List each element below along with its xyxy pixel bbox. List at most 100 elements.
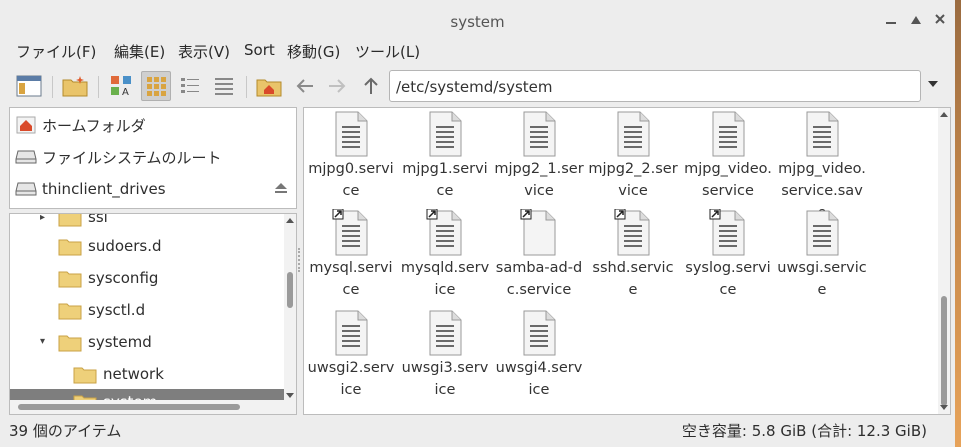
folder-icon (58, 271, 82, 287)
menu-file[interactable]: ファイル(F) (16, 41, 96, 62)
text-file-icon (335, 111, 368, 157)
home-folder-icon (256, 79, 282, 97)
text-file-icon (520, 209, 556, 256)
tree-item-label: ssl (88, 213, 108, 226)
text-file-icon (806, 210, 839, 256)
place-thinclient-drives[interactable]: thinclient_drives (14, 175, 166, 203)
tree-item-sysconfig[interactable]: sysconfig (10, 265, 286, 291)
arrow-left-icon (296, 79, 313, 93)
file-item[interactable]: mysql.service (304, 209, 398, 301)
expander-collapsed-icon[interactable]: ▸ (40, 214, 45, 223)
file-name: mjpg_video.service (684, 161, 772, 199)
scroll-down-icon (940, 405, 948, 410)
item-count: 39 個のアイテム (9, 422, 122, 440)
file-name: mjpg2_2.service (588, 161, 678, 199)
expander-expanded-icon[interactable]: ▾ (40, 336, 45, 347)
menu-tools[interactable]: ツール(L) (355, 41, 420, 62)
home-button[interactable] (254, 71, 284, 101)
file-item[interactable]: mjpg2_1.service (492, 110, 586, 202)
tree-item-sudoers-d[interactable]: sudoers.d (10, 233, 286, 259)
arrow-up-icon (364, 77, 378, 94)
place-label: ホームフォルダ (42, 116, 146, 135)
folder-icon (58, 335, 82, 351)
forward-button[interactable] (322, 71, 352, 101)
eject-button[interactable] (274, 182, 288, 197)
new-folder-button[interactable] (60, 71, 90, 101)
tree-item-label: systemd (88, 333, 152, 351)
file-item[interactable]: samba-ad-dc.service (492, 209, 586, 301)
close-button[interactable] (933, 12, 947, 26)
tree-item-label: sysconfig (88, 269, 159, 287)
file-item[interactable]: syslog.service (681, 209, 775, 301)
directory-tree: ▸ ssl sudoers.d sysconfig sysctl.d ▾ sys… (9, 213, 297, 415)
file-item[interactable]: mjpg_video.service (681, 110, 775, 202)
menu-edit[interactable]: 編集(E) (114, 41, 165, 62)
minimize-button[interactable] (884, 12, 898, 26)
file-item[interactable]: mjpg0.service (304, 110, 398, 202)
file-item[interactable]: uwsgi3.service (398, 309, 492, 401)
menu-go[interactable]: 移動(G) (287, 41, 340, 62)
compact-view-button[interactable] (141, 71, 171, 101)
file-name: uwsgi2.service (307, 360, 395, 398)
text-file-icon (806, 111, 839, 157)
file-item[interactable]: sshd.service (586, 209, 680, 301)
file-manager-window: system ファイル(F) 編集(E) 表示(V) Sort 移動(G) ツー… (0, 0, 955, 447)
place-home[interactable]: ホームフォルダ (14, 111, 146, 139)
thumbnail-view-icon: A (111, 76, 131, 98)
symlink-badge (709, 209, 721, 220)
folder-icon (58, 303, 82, 319)
file-item[interactable]: uwsgi.service (775, 209, 869, 301)
symlink-badge (426, 209, 438, 220)
new-folder-icon (62, 76, 88, 97)
file-name: uwsgi4.service (495, 360, 583, 398)
back-button[interactable] (290, 71, 320, 101)
tree-horizontal-scrollbar[interactable] (10, 400, 296, 414)
up-button[interactable] (356, 71, 386, 101)
status-bar: 39 個のアイテム 空き容量: 5.8 GiB (合計: 12.3 GiB) (0, 417, 955, 443)
detail-view-button[interactable] (209, 71, 239, 101)
file-view-vertical-scrollbar[interactable] (938, 108, 950, 414)
menu-sort[interactable]: Sort (244, 41, 275, 59)
list-view-button[interactable] (175, 71, 205, 101)
file-item[interactable]: mjpg1.service (398, 110, 492, 202)
tree-item-systemd[interactable]: ▾ systemd (10, 329, 286, 355)
folder-icon (58, 239, 82, 255)
icon-view-button[interactable]: A (107, 71, 137, 101)
path-input[interactable]: /etc/systemd/system (389, 70, 921, 102)
file-name: uwsgi3.service (401, 360, 489, 398)
place-label: thinclient_drives (42, 180, 166, 198)
new-window-button[interactable] (14, 71, 44, 101)
drive-icon (14, 147, 38, 167)
title-bar: system (0, 0, 955, 40)
folder-icon (58, 214, 82, 226)
detail-view-icon (215, 78, 233, 95)
file-item[interactable]: mysqld.service (398, 209, 492, 301)
tree-vertical-scrollbar[interactable] (284, 214, 296, 402)
window-title: system (450, 13, 505, 31)
file-item[interactable]: uwsgi2.service (304, 309, 398, 401)
menu-view[interactable]: 表示(V) (178, 41, 230, 62)
scroll-up-icon (940, 112, 948, 117)
text-file-icon (429, 111, 462, 157)
chevron-down-icon (928, 81, 938, 87)
file-name: mjpg1.service (402, 161, 488, 199)
tree-item-label: sudoers.d (88, 237, 162, 255)
file-name: mysql.service (309, 260, 393, 298)
tree-item-ssl[interactable]: ▸ ssl (10, 213, 286, 230)
svg-text:A: A (122, 87, 129, 98)
file-item[interactable]: mjpg_video.service.save (775, 110, 869, 224)
maximize-button[interactable] (909, 12, 923, 26)
tree-item-network[interactable]: network (10, 361, 286, 387)
tree-item-label: sysctl.d (88, 301, 146, 319)
tree-item-sysctl-d[interactable]: sysctl.d (10, 297, 286, 323)
text-file-icon (614, 209, 650, 256)
place-filesystem-root[interactable]: ファイルシステムのルート (14, 143, 222, 171)
new-window-icon (16, 75, 42, 97)
path-history-dropdown[interactable] (928, 80, 938, 91)
file-item[interactable]: mjpg2_2.service (586, 110, 680, 202)
file-item[interactable]: uwsgi4.service (492, 309, 586, 401)
pane-splitter[interactable] (298, 248, 300, 272)
minimize-icon (886, 22, 896, 24)
list-view-icon (181, 78, 199, 93)
scroll-up-icon (286, 218, 294, 223)
